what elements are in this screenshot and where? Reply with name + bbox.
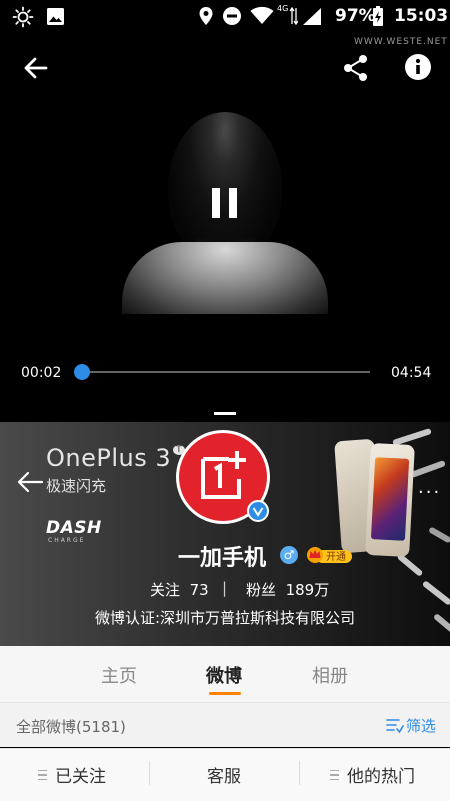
profile-banner: OnePlus 3T 极速闪充 DASH CHARGE ··· 一加手机 ♂ 开…: [0, 422, 450, 646]
menu-icon: [38, 770, 47, 780]
hot-button[interactable]: 他的热门: [330, 762, 415, 787]
gallery-icon: [47, 8, 64, 25]
following-count: 73: [189, 581, 209, 599]
video-player[interactable]: 00:02 04:54: [0, 32, 450, 408]
light-streak: [428, 526, 450, 544]
share-icon[interactable]: [342, 54, 370, 82]
current-time: 00:02: [21, 365, 62, 381]
dash-logo-sub: CHARGE: [48, 537, 86, 544]
tab-weibo[interactable]: 微博: [206, 662, 242, 688]
battery-percent: 97%: [335, 6, 376, 26]
ad-back-arrow-icon[interactable]: [16, 470, 44, 494]
do-not-disturb-icon: [223, 7, 241, 25]
tab-album[interactable]: 相册: [312, 662, 348, 688]
hot-label: 他的热门: [347, 767, 415, 787]
ad-subtitle: 极速闪充: [46, 477, 107, 495]
info-icon[interactable]: [404, 53, 432, 81]
service-label: 客服: [207, 767, 241, 787]
network-type: 4G: [277, 4, 289, 13]
vip-badge[interactable]: 开通: [306, 546, 352, 564]
divider: [299, 761, 300, 785]
wifi-icon: [250, 6, 274, 24]
data-arrows-icon: [290, 7, 298, 25]
battery-charging-icon: [373, 6, 383, 26]
followers-label: 粉丝: [246, 581, 277, 599]
ad-title-text: OnePlus 3: [46, 444, 172, 472]
location-icon: [199, 7, 213, 25]
divider: [149, 761, 150, 785]
all-posts-count[interactable]: 全部微博(5181): [16, 716, 126, 737]
back-arrow-icon[interactable]: [22, 54, 50, 82]
verified-badge-icon: [247, 500, 269, 522]
more-dots-icon[interactable]: ···: [418, 482, 441, 503]
following-label: 关注: [150, 581, 181, 599]
active-tab-indicator: [209, 692, 241, 695]
profile-username: 一加手机: [178, 546, 267, 571]
brightness-icon: [12, 6, 34, 28]
video-frame-subject-body: [122, 242, 328, 314]
stats-divider: |: [222, 579, 228, 597]
male-gender-icon: ♂: [280, 546, 298, 564]
filter-label: 筛选: [406, 717, 437, 735]
followers-stat[interactable]: 粉丝 189万: [246, 579, 329, 600]
followed-button[interactable]: 已关注: [38, 762, 106, 787]
clock: 15:03: [394, 6, 449, 26]
filter-bar: 全部微博(5181) 筛选: [0, 703, 450, 747]
signal-icon: [303, 8, 321, 25]
watermark-text: WWW.WESTE.NET: [354, 37, 448, 47]
light-streak: [410, 460, 446, 478]
light-streak: [392, 427, 432, 447]
ad-title: OnePlus 3T: [46, 444, 186, 472]
filter-icon: [386, 719, 404, 734]
phone-screen: [370, 457, 410, 541]
service-button[interactable]: 客服: [207, 762, 241, 787]
drag-handle[interactable]: [214, 412, 236, 415]
tab-home[interactable]: 主页: [101, 662, 137, 688]
certification-text: 微博认证:深圳市万普拉斯科技有限公司: [94, 609, 356, 627]
seek-bar[interactable]: [74, 364, 370, 380]
followers-count: 189万: [285, 581, 330, 599]
pause-button[interactable]: [212, 188, 238, 218]
vip-badge-label: 开通: [326, 552, 346, 563]
status-bar: 4G 97% 15:03 WWW.WESTE.NET: [0, 0, 450, 47]
duration: 04:54: [391, 365, 432, 381]
dash-logo: DASH: [46, 518, 102, 538]
profile-tabs: 主页 微博 相册: [0, 646, 450, 703]
phone-front-image: [365, 442, 415, 558]
following-stat[interactable]: 关注 73: [150, 579, 209, 600]
menu-icon: [330, 770, 339, 780]
followed-label: 已关注: [55, 767, 106, 787]
light-streak: [421, 580, 450, 606]
bottom-action-bar: 已关注 客服 他的热门: [0, 748, 450, 801]
seek-bar-thumb[interactable]: [74, 364, 91, 380]
